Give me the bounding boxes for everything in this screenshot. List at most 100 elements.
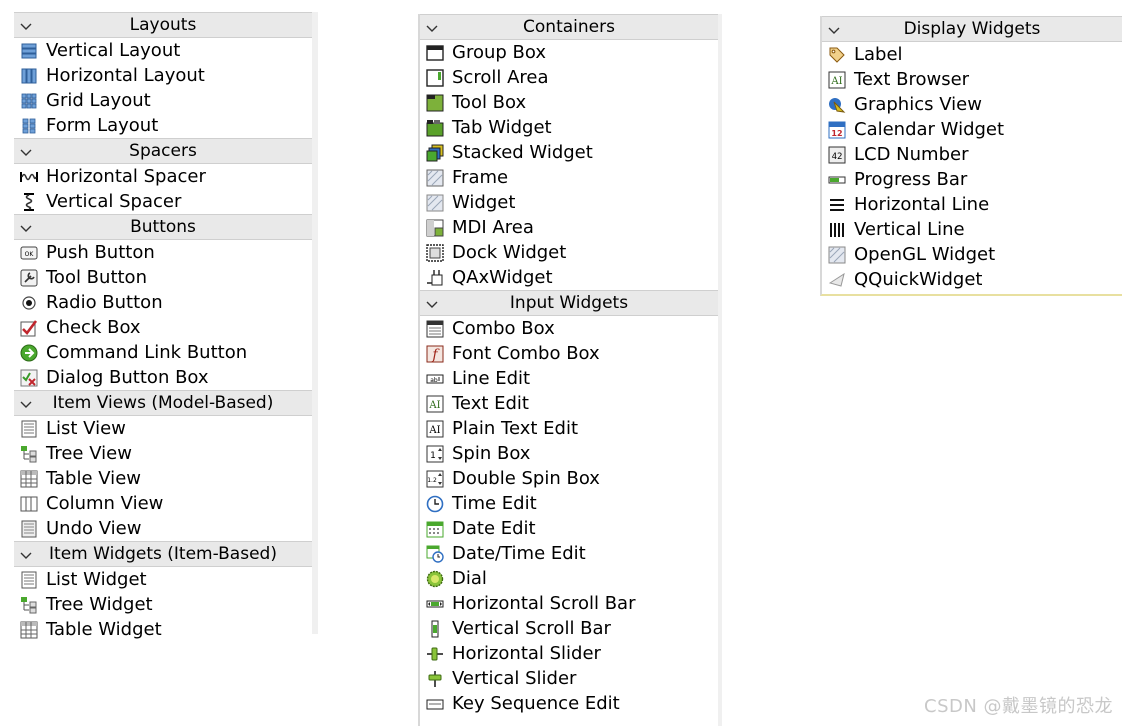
widget-item-label: Check Box xyxy=(46,317,141,338)
widget-item-spin-box[interactable]: 1 Spin Box xyxy=(420,441,718,466)
widget-item-label: Tree Widget xyxy=(46,594,153,615)
widget-item-double-spin-box[interactable]: 1.2 Double Spin Box xyxy=(420,466,718,491)
chevron-down-icon[interactable] xyxy=(19,395,33,409)
widget-item-label: Table View xyxy=(46,468,141,489)
widget-item-label: Grid Layout xyxy=(46,90,151,111)
widget-item-font-combo-box[interactable]: f Font Combo Box xyxy=(420,341,718,366)
widget-item-qquickwidget[interactable]: QQuickWidget xyxy=(822,267,1122,292)
widget-item-check-box[interactable]: Check Box xyxy=(14,315,312,340)
widget-item-horizontal-layout[interactable]: Horizontal Layout xyxy=(14,63,312,88)
widget-item-text-browser[interactable]: AI Text Browser xyxy=(822,67,1122,92)
widget-item-key-sequence-edit[interactable]: Key Sequence Edit xyxy=(420,691,718,716)
widget-item-horizontal-line[interactable]: Horizontal Line xyxy=(822,192,1122,217)
frame-icon xyxy=(426,169,444,187)
chevron-down-icon[interactable] xyxy=(425,19,439,33)
scroll-area-icon xyxy=(426,69,444,87)
widget-item-vertical-slider[interactable]: Vertical Slider xyxy=(420,666,718,691)
widget-item-dialog-button-box[interactable]: Dialog Button Box xyxy=(14,365,312,390)
group-box-icon xyxy=(426,44,444,62)
widget-item-tool-button[interactable]: Tool Button xyxy=(14,265,312,290)
widget-item-combo-box[interactable]: Combo Box xyxy=(420,316,718,341)
widget-item-mdi-area[interactable]: MDI Area xyxy=(420,215,718,240)
widget-item-graphics-view[interactable]: Graphics View xyxy=(822,92,1122,117)
category-header-containers[interactable]: Containers xyxy=(420,14,718,40)
widget-item-label: Graphics View xyxy=(854,94,982,115)
widget-item-label: Double Spin Box xyxy=(452,468,600,489)
widget-item-horizontal-scroll-bar[interactable]: Horizontal Scroll Bar xyxy=(420,591,718,616)
category-header-layouts[interactable]: Layouts xyxy=(14,12,312,38)
widget-item-calendar-widget[interactable]: 12 Calendar Widget xyxy=(822,117,1122,142)
widget-box-right-panel: Display Widgets Label AI Text Browser Graphi… xyxy=(820,16,1122,296)
category-title: Display Widgets xyxy=(903,19,1041,39)
widget-item-label: LCD Number xyxy=(854,144,969,165)
widget-item-tree-widget[interactable]: Tree Widget xyxy=(14,592,312,617)
widget-item-label: Date/Time Edit xyxy=(452,543,586,564)
category-header-buttons[interactable]: Buttons xyxy=(14,214,312,240)
widget-item-list-view[interactable]: List View xyxy=(14,416,312,441)
widget-item-line-edit[interactable]: ab Line Edit xyxy=(420,366,718,391)
widget-item-dock-widget[interactable]: Dock Widget xyxy=(420,240,718,265)
chevron-down-icon[interactable] xyxy=(19,143,33,157)
chevron-down-icon[interactable] xyxy=(19,17,33,31)
widget-item-horizontal-spacer[interactable]: Horizontal Spacer xyxy=(14,164,312,189)
widget-item-label: Form Layout xyxy=(46,115,159,136)
widget-item-text-edit[interactable]: AI Text Edit xyxy=(420,391,718,416)
table-view-icon xyxy=(20,470,38,488)
widget-item-dial[interactable]: Dial xyxy=(420,566,718,591)
widget-item-vertical-layout[interactable]: Vertical Layout xyxy=(14,38,312,63)
widget-item-command-link-button[interactable]: Command Link Button xyxy=(14,340,312,365)
widget-item-tree-view[interactable]: Tree View xyxy=(14,441,312,466)
svg-text:AI: AI xyxy=(830,76,842,87)
widget-item-vertical-scroll-bar[interactable]: Vertical Scroll Bar xyxy=(420,616,718,641)
widget-item-group-box[interactable]: Group Box xyxy=(420,40,718,65)
widget-item-list-widget[interactable]: List Widget xyxy=(14,567,312,592)
lcd-number-icon: 42 xyxy=(828,146,846,164)
widget-item-undo-view[interactable]: Undo View xyxy=(14,516,312,541)
category-header-spacers[interactable]: Spacers xyxy=(14,138,312,164)
widget-item-table-view[interactable]: Table View xyxy=(14,466,312,491)
widget-item-label: Plain Text Edit xyxy=(452,418,578,439)
svg-text:1: 1 xyxy=(430,451,436,461)
widget-item-opengl-widget[interactable]: OpenGL Widget xyxy=(822,242,1122,267)
widget-item-horizontal-slider[interactable]: Horizontal Slider xyxy=(420,641,718,666)
widget-item-vertical-line[interactable]: Vertical Line xyxy=(822,217,1122,242)
horizontal-spacer-icon xyxy=(20,168,38,186)
widget-item-lcd-number[interactable]: 42 LCD Number xyxy=(822,142,1122,167)
widget-item-radio-button[interactable]: Radio Button xyxy=(14,290,312,315)
widget-item-frame[interactable]: Frame xyxy=(420,165,718,190)
spin-box-icon: 1 xyxy=(426,445,444,463)
widget-item-stacked-widget[interactable]: Stacked Widget xyxy=(420,140,718,165)
qaxwidget-icon xyxy=(426,269,444,287)
widget-item-grid-layout[interactable]: Grid Layout xyxy=(14,88,312,113)
category-header-item-widgets-item-based[interactable]: Item Widgets (Item-Based) xyxy=(14,541,312,567)
widget-item-plain-text-edit[interactable]: AI Plain Text Edit xyxy=(420,416,718,441)
list-view-icon xyxy=(20,420,38,438)
widget-item-label: Font Combo Box xyxy=(452,343,600,364)
category-header-item-views-model-based[interactable]: Item Views (Model-Based) xyxy=(14,390,312,416)
widget-item-time-edit[interactable]: Time Edit xyxy=(420,491,718,516)
chevron-down-icon[interactable] xyxy=(425,295,439,309)
widget-item-widget[interactable]: Widget xyxy=(420,190,718,215)
widget-item-progress-bar[interactable]: Progress Bar xyxy=(822,167,1122,192)
widget-item-table-widget[interactable]: Table Widget xyxy=(14,617,312,642)
widget-item-date-edit[interactable]: Date Edit xyxy=(420,516,718,541)
widget-item-tool-box[interactable]: Tool Box xyxy=(420,90,718,115)
widget-item-tab-widget[interactable]: Tab Widget xyxy=(420,115,718,140)
widget-item-scroll-area[interactable]: Scroll Area xyxy=(420,65,718,90)
widget-item-date-time-edit[interactable]: Date/Time Edit xyxy=(420,541,718,566)
widget-item-column-view[interactable]: Column View xyxy=(14,491,312,516)
chevron-down-icon[interactable] xyxy=(19,546,33,560)
category-header-input-widgets[interactable]: Input Widgets xyxy=(420,290,718,316)
chevron-down-icon[interactable] xyxy=(827,21,841,35)
widget-item-label: Text Edit xyxy=(452,393,529,414)
widget-item-push-button[interactable]: OK Push Button xyxy=(14,240,312,265)
category-header-display-widgets[interactable]: Display Widgets xyxy=(822,16,1122,42)
widget-item-label: Dial xyxy=(452,568,487,589)
widget-item-label[interactable]: Label xyxy=(822,42,1122,67)
widget-item-qaxwidget[interactable]: QAxWidget xyxy=(420,265,718,290)
widget-item-vertical-spacer[interactable]: Vertical Spacer xyxy=(14,189,312,214)
chevron-down-icon[interactable] xyxy=(19,219,33,233)
widget-item-label: Horizontal Spacer xyxy=(46,166,206,187)
widget-item-label: MDI Area xyxy=(452,217,534,238)
widget-item-form-layout[interactable]: Form Layout xyxy=(14,113,312,138)
